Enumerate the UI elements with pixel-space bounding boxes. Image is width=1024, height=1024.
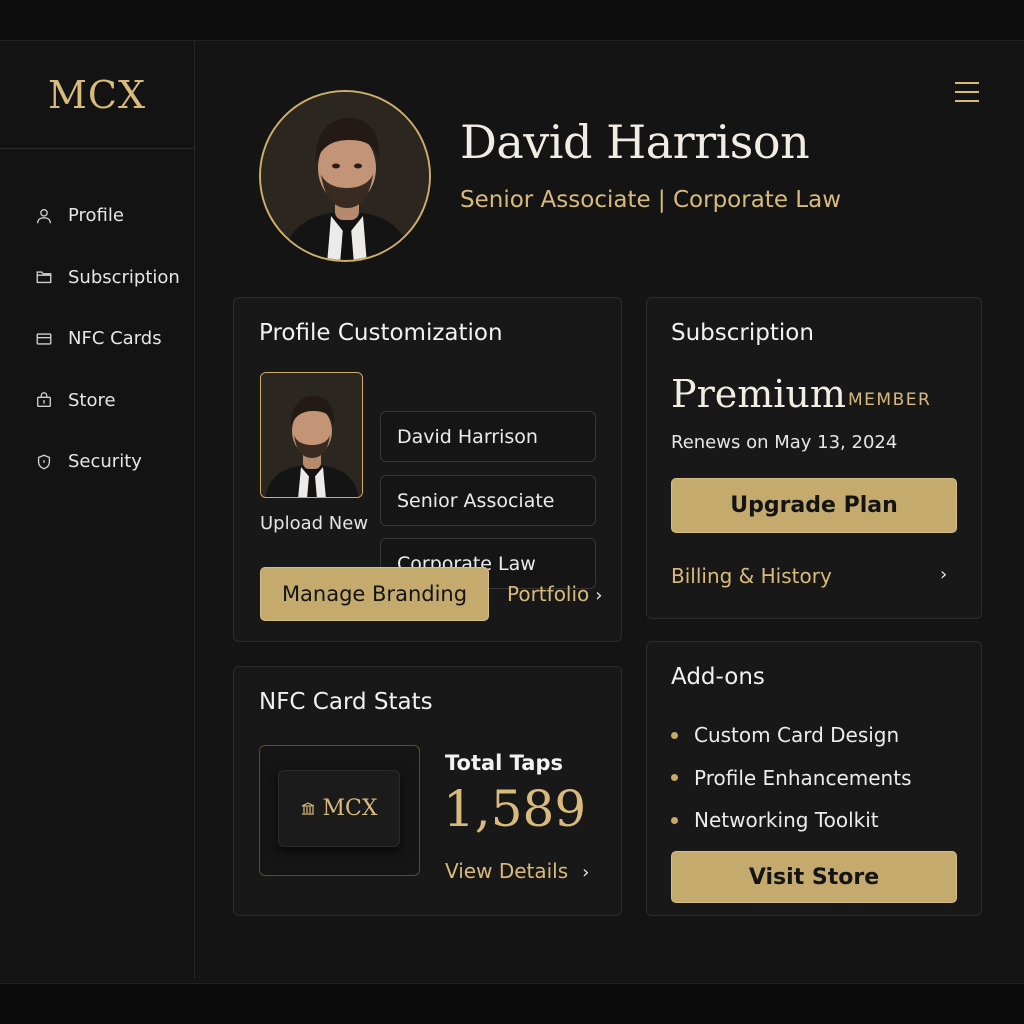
chevron-right-icon[interactable]: › [940, 564, 947, 585]
shield-icon [34, 452, 54, 472]
app-window: MCX Profile Subscription NFC Cards Store… [0, 40, 1024, 984]
sidebar-item-label: Subscription [68, 266, 180, 288]
subscription-card: Subscription Premium MEMBER Renews on Ma… [646, 297, 982, 619]
sidebar-item-label: Profile [68, 205, 124, 227]
addon-list: Custom Card Design Profile Enhancements … [671, 714, 912, 842]
upload-new-link[interactable]: Upload New [260, 513, 368, 534]
app-logo[interactable]: MCX [0, 41, 194, 149]
total-taps-value: 1,589 [443, 780, 587, 838]
profile-avatar[interactable] [259, 90, 431, 262]
profile-customization-card: Profile Customization Upload New David H… [233, 297, 622, 642]
nfc-card-logo: MCX [322, 796, 378, 821]
list-item[interactable]: Custom Card Design [671, 714, 912, 757]
upgrade-plan-button[interactable]: Upgrade Plan [671, 478, 957, 533]
bullet-icon [671, 816, 678, 824]
card-title: Profile Customization [259, 320, 503, 346]
footer-band [0, 984, 1024, 1024]
nfc-card-preview[interactable]: MCX [259, 745, 420, 876]
addon-label: Profile Enhancements [694, 765, 912, 790]
plan-name: Premium [671, 372, 846, 416]
addon-label: Custom Card Design [694, 723, 900, 748]
view-details-label: View Details [445, 859, 569, 883]
manage-branding-button[interactable]: Manage Branding [260, 567, 489, 621]
hamburger-icon[interactable] [955, 82, 979, 104]
sidebar-item-nfc-cards[interactable]: NFC Cards [0, 308, 194, 370]
sidebar-item-subscription[interactable]: Subscription [0, 247, 194, 309]
title-field[interactable]: Senior Associate [380, 475, 596, 526]
renewal-date: Renews on May 13, 2024 [671, 432, 898, 453]
nfc-card: MCX [278, 770, 400, 847]
card-title: NFC Card Stats [259, 689, 433, 715]
member-badge: MEMBER [848, 390, 932, 410]
bullet-icon [671, 774, 678, 782]
chevron-right-icon: › [582, 862, 590, 883]
sidebar: MCX Profile Subscription NFC Cards Store… [0, 41, 195, 979]
columns-icon [302, 801, 315, 815]
profile-role: Senior Associate | Corporate Law [460, 187, 842, 213]
list-item[interactable]: Networking Toolkit [671, 799, 912, 842]
card-title: Subscription [671, 320, 814, 346]
user-icon [34, 206, 54, 226]
view-details-link[interactable]: View Details › [445, 859, 589, 883]
card-icon [34, 329, 54, 349]
total-taps-label: Total Taps [445, 751, 564, 775]
name-field[interactable]: David Harrison [380, 411, 596, 462]
card-title: Add-ons [671, 664, 765, 690]
addons-card: Add-ons Custom Card Design Profile Enhan… [646, 641, 982, 916]
folder-icon [34, 267, 54, 287]
chevron-right-icon: › [595, 585, 603, 606]
profile-name: David Harrison [460, 115, 810, 169]
profile-thumbnail[interactable] [260, 372, 363, 498]
store-icon [34, 390, 54, 410]
sidebar-item-label: Security [68, 451, 142, 473]
sidebar-item-security[interactable]: Security [0, 431, 194, 493]
sidebar-item-label: NFC Cards [68, 328, 162, 350]
sidebar-item-label: Store [68, 389, 116, 411]
sidebar-item-store[interactable]: Store [0, 370, 194, 432]
sidebar-nav: Profile Subscription NFC Cards Store Sec… [0, 149, 194, 493]
bullet-icon [671, 731, 678, 739]
portfolio-label: Portfolio [507, 582, 590, 606]
visit-store-button[interactable]: Visit Store [671, 851, 957, 903]
sidebar-item-profile[interactable]: Profile [0, 185, 194, 247]
addon-label: Networking Toolkit [694, 808, 879, 833]
nfc-stats-card: NFC Card Stats MCX Total Taps 1,589 View… [233, 666, 622, 916]
list-item[interactable]: Profile Enhancements [671, 757, 912, 800]
portfolio-link[interactable]: Portfolio › [507, 582, 602, 606]
billing-history-link[interactable]: Billing & History [671, 564, 832, 588]
